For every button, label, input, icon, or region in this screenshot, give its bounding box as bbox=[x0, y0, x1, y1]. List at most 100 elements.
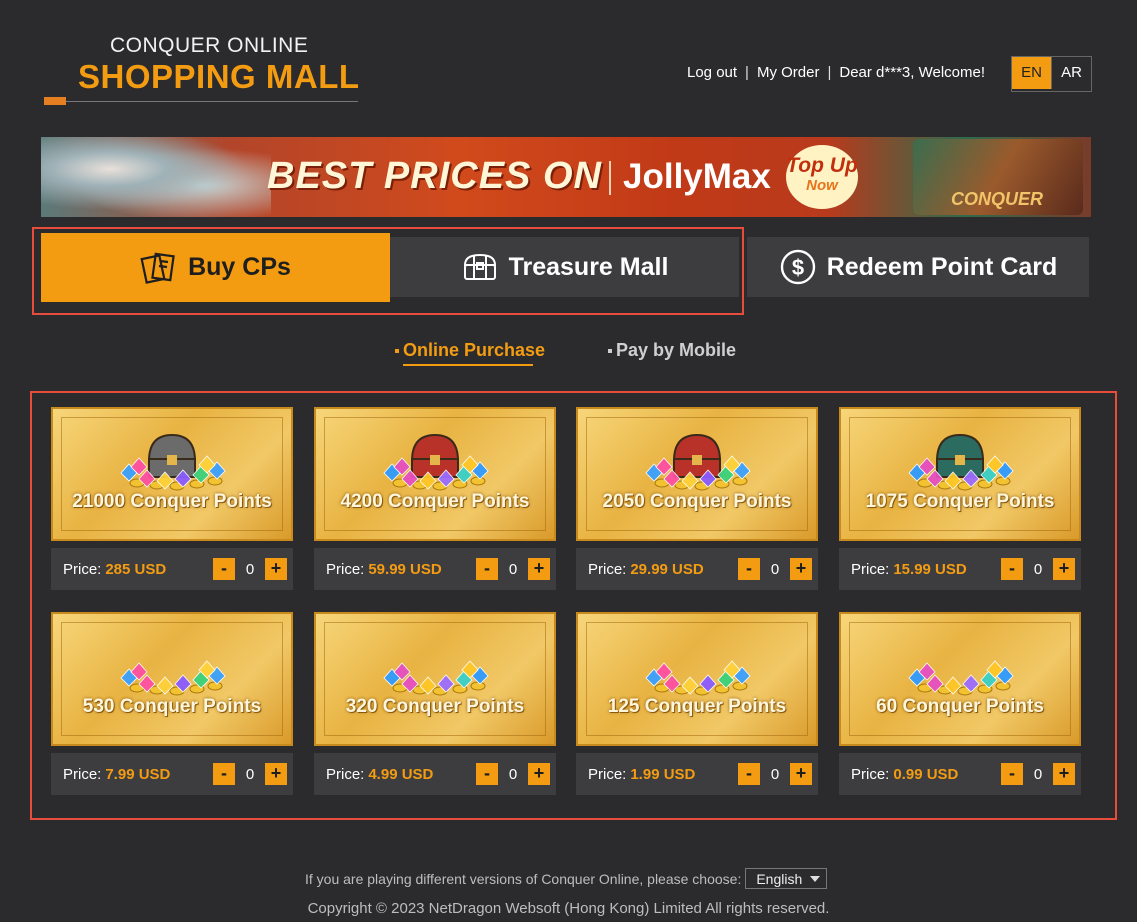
decrease-quantity-button[interactable]: - bbox=[1001, 763, 1023, 785]
my-order-link[interactable]: My Order bbox=[757, 64, 820, 81]
product-image[interactable]: 125 Conquer Points bbox=[576, 612, 818, 746]
site-logo[interactable]: CONQUER ONLINE SHOPPING MALL bbox=[44, 30, 360, 108]
version-select[interactable]: English bbox=[745, 868, 828, 889]
product-card: 21000 Conquer Points Price: 285 USD - 0 … bbox=[51, 407, 293, 590]
subtab-online-purchase[interactable]: Online Purchase bbox=[395, 340, 546, 366]
decrease-quantity-button[interactable]: - bbox=[738, 558, 760, 580]
gem-pile-icon bbox=[645, 660, 751, 696]
banner-characters-image bbox=[41, 137, 271, 217]
quantity-stepper: - 0 + bbox=[476, 558, 550, 580]
product-image[interactable]: 1075 Conquer Points bbox=[839, 407, 1081, 541]
nav-separator: | bbox=[745, 64, 749, 81]
welcome-text: Dear d***3, Welcome! bbox=[839, 64, 985, 81]
product-card: 320 Conquer Points Price: 4.99 USD - 0 + bbox=[314, 612, 556, 795]
increase-quantity-button[interactable]: + bbox=[265, 763, 287, 785]
price-value: 1.99 USD bbox=[630, 765, 696, 783]
chevron-down-icon bbox=[810, 876, 821, 882]
product-points: 4200 Conquer Points bbox=[340, 491, 530, 512]
tab-redeem-label: Redeem Point Card bbox=[826, 252, 1058, 281]
product-price-bar: Price: 285 USD - 0 + bbox=[51, 548, 293, 590]
increase-quantity-button[interactable]: + bbox=[265, 558, 287, 580]
version-select-value: English bbox=[756, 870, 803, 887]
quantity-value[interactable]: 0 bbox=[1023, 766, 1053, 783]
product-points: 60 Conquer Points bbox=[876, 696, 1044, 717]
logo-divider bbox=[64, 101, 358, 102]
quantity-value[interactable]: 0 bbox=[760, 561, 790, 578]
promo-banner[interactable]: BEST PRICES ON JollyMax Top Up Now CONQU… bbox=[41, 137, 1091, 217]
red-chest-icon bbox=[645, 433, 751, 491]
banner-game-logo: CONQUER bbox=[951, 189, 1044, 209]
increase-quantity-button[interactable]: + bbox=[790, 558, 812, 580]
increase-quantity-button[interactable]: + bbox=[528, 558, 550, 580]
svg-text:$: $ bbox=[792, 255, 804, 280]
product-points: 125 Conquer Points bbox=[607, 696, 787, 717]
quantity-value[interactable]: 0 bbox=[235, 561, 265, 578]
quantity-stepper: - 0 + bbox=[1001, 763, 1075, 785]
subtab-pay-by-mobile[interactable]: Pay by Mobile bbox=[608, 340, 736, 361]
product-card: 60 Conquer Points Price: 0.99 USD - 0 + bbox=[839, 612, 1081, 795]
decrease-quantity-button[interactable]: - bbox=[476, 558, 498, 580]
lang-ar-button[interactable]: AR bbox=[1051, 57, 1091, 89]
decrease-quantity-button[interactable]: - bbox=[213, 763, 235, 785]
quantity-stepper: - 0 + bbox=[476, 763, 550, 785]
product-price-bar: Price: 0.99 USD - 0 + bbox=[839, 753, 1081, 795]
increase-quantity-button[interactable]: + bbox=[1053, 763, 1075, 785]
price-value: 29.99 USD bbox=[630, 560, 704, 578]
price-label: Price: bbox=[63, 560, 102, 578]
gray-chest-icon bbox=[120, 433, 226, 491]
language-switcher: EN AR bbox=[1011, 56, 1092, 92]
banner-divider bbox=[609, 161, 611, 195]
quantity-value[interactable]: 0 bbox=[235, 766, 265, 783]
increase-quantity-button[interactable]: + bbox=[1053, 558, 1075, 580]
quantity-value[interactable]: 0 bbox=[498, 766, 528, 783]
product-image[interactable]: 4200 Conquer Points bbox=[314, 407, 556, 541]
price-value: 0.99 USD bbox=[893, 765, 959, 783]
price-value: 15.99 USD bbox=[893, 560, 967, 578]
decrease-quantity-button[interactable]: - bbox=[1001, 558, 1023, 580]
dollar-circle-icon: $ bbox=[780, 249, 815, 285]
quantity-value[interactable]: 0 bbox=[760, 766, 790, 783]
price-label: Price: bbox=[326, 765, 365, 783]
price-value: 7.99 USD bbox=[105, 765, 171, 783]
product-image[interactable]: 21000 Conquer Points bbox=[51, 407, 293, 541]
product-image[interactable]: 60 Conquer Points bbox=[839, 612, 1081, 746]
price-label: Price: bbox=[588, 765, 627, 783]
subtab-pay-by-mobile-label: Pay by Mobile bbox=[616, 340, 737, 360]
gem-pile-icon bbox=[908, 660, 1014, 696]
product-card: 530 Conquer Points Price: 7.99 USD - 0 + bbox=[51, 612, 293, 795]
tabs-highlight-outline bbox=[32, 227, 744, 315]
product-price-bar: Price: 15.99 USD - 0 + bbox=[839, 548, 1081, 590]
topup-now-badge[interactable]: Top Up Now bbox=[786, 145, 858, 209]
tab-redeem-point-card[interactable]: $ Redeem Point Card bbox=[747, 237, 1089, 297]
topup-line1: Top Up bbox=[786, 154, 858, 177]
quantity-stepper: - 0 + bbox=[738, 558, 812, 580]
decrease-quantity-button[interactable]: - bbox=[213, 558, 235, 580]
product-points: 1075 Conquer Points bbox=[865, 491, 1055, 512]
product-image[interactable]: 2050 Conquer Points bbox=[576, 407, 818, 541]
banner-brand: JollyMax bbox=[623, 157, 771, 196]
bullet-icon bbox=[608, 349, 612, 354]
decrease-quantity-button[interactable]: - bbox=[476, 763, 498, 785]
product-card: 125 Conquer Points Price: 1.99 USD - 0 + bbox=[576, 612, 818, 795]
price-value: 285 USD bbox=[105, 560, 167, 578]
lang-en-button[interactable]: EN bbox=[1012, 57, 1051, 89]
red-chest-icon bbox=[383, 433, 489, 491]
increase-quantity-button[interactable]: + bbox=[790, 763, 812, 785]
product-points: 2050 Conquer Points bbox=[602, 491, 792, 512]
product-image[interactable]: 530 Conquer Points bbox=[51, 612, 293, 746]
quantity-value[interactable]: 0 bbox=[498, 561, 528, 578]
price-label: Price: bbox=[851, 560, 890, 578]
header-nav: Log out | My Order | Dear d***3, Welcome! bbox=[687, 64, 985, 81]
product-price-bar: Price: 7.99 USD - 0 + bbox=[51, 753, 293, 795]
logout-link[interactable]: Log out bbox=[687, 64, 737, 81]
nav-separator: | bbox=[827, 64, 832, 81]
banner-headline: BEST PRICES ON bbox=[267, 155, 602, 197]
quantity-value[interactable]: 0 bbox=[1023, 561, 1053, 578]
product-points: 530 Conquer Points bbox=[82, 696, 262, 717]
version-prompt: If you are playing different versions of… bbox=[305, 870, 742, 887]
version-chooser: If you are playing different versions of… bbox=[305, 868, 828, 889]
product-image[interactable]: 320 Conquer Points bbox=[314, 612, 556, 746]
subtab-online-purchase-label: Online Purchase bbox=[403, 340, 546, 360]
increase-quantity-button[interactable]: + bbox=[528, 763, 550, 785]
decrease-quantity-button[interactable]: - bbox=[738, 763, 760, 785]
